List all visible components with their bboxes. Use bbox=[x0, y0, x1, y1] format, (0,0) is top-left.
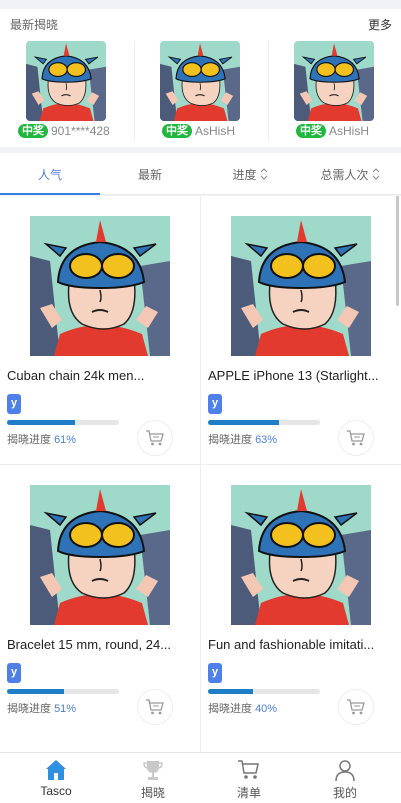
latest-winners-section: 最新揭晓 更多 中奖 901****428 中奖 AsHisH 中奖 AsHis… bbox=[0, 9, 401, 147]
winner-card[interactable]: 中奖 901****428 bbox=[0, 40, 134, 140]
product-tag: y bbox=[208, 663, 222, 683]
progress-bar bbox=[208, 420, 320, 425]
win-badge: 中奖 bbox=[18, 124, 48, 138]
winner-meta: 中奖 AsHisH bbox=[162, 123, 235, 139]
sort-arrows-icon bbox=[260, 167, 268, 181]
progress-bar bbox=[7, 420, 119, 425]
product-image bbox=[30, 216, 170, 356]
product-card[interactable]: APPLE iPhone 13 (Starlight... y 揭晓进度 63% bbox=[201, 196, 401, 464]
product-tag: y bbox=[7, 394, 21, 414]
scrollbar[interactable] bbox=[396, 196, 399, 306]
nav-reveal[interactable]: 揭晓 bbox=[103, 753, 203, 803]
nav-list[interactable]: 清单 bbox=[199, 753, 299, 803]
cart-icon bbox=[146, 699, 164, 715]
nav-mine[interactable]: 我的 bbox=[295, 753, 395, 803]
winner-avatar bbox=[160, 41, 240, 121]
tab-label: 最新 bbox=[137, 167, 162, 182]
product-title: APPLE iPhone 13 (Starlight... bbox=[208, 368, 379, 383]
winner-card[interactable]: 中奖 AsHisH bbox=[268, 40, 401, 140]
bottom-nav: Tasco 揭晓 清单 我的 bbox=[0, 752, 401, 803]
nav-tasco[interactable]: Tasco bbox=[6, 753, 106, 803]
winners-title: 最新揭晓 bbox=[10, 18, 59, 32]
progress-label: 揭晓进度 bbox=[7, 434, 51, 446]
progress-label: 揭晓进度 bbox=[7, 703, 51, 715]
cart-icon bbox=[238, 760, 259, 779]
winner-name: 901****428 bbox=[51, 124, 110, 138]
cart-icon bbox=[347, 699, 365, 715]
add-to-cart-button[interactable] bbox=[137, 420, 173, 456]
winner-card[interactable]: 中奖 AsHisH bbox=[134, 40, 268, 140]
user-icon bbox=[335, 760, 355, 782]
add-to-cart-button[interactable] bbox=[338, 689, 374, 725]
sort-arrows-icon bbox=[372, 167, 380, 181]
progress-percent: 63% bbox=[255, 434, 278, 446]
progress-fill bbox=[208, 420, 279, 425]
winner-avatar bbox=[26, 41, 106, 121]
product-card[interactable]: Fun and fashionable imitati... y 揭晓进度 40… bbox=[201, 465, 401, 733]
progress-text: 揭晓进度 51% bbox=[7, 700, 76, 716]
tab-newest[interactable]: 最新 bbox=[100, 153, 200, 195]
progress-percent: 61% bbox=[54, 434, 77, 446]
nav-label: 清单 bbox=[236, 786, 261, 800]
progress-text: 揭晓进度 61% bbox=[7, 431, 76, 447]
tab-label: 总需人次 bbox=[320, 167, 369, 182]
tab-popularity[interactable]: 人气 bbox=[0, 153, 100, 195]
progress-fill bbox=[208, 689, 253, 694]
product-card[interactable]: Bracelet 15 mm, round, 24... y 揭晓进度 51% bbox=[0, 465, 200, 733]
nav-label: Tasco bbox=[40, 784, 72, 798]
progress-percent: 40% bbox=[255, 703, 278, 715]
progress-fill bbox=[7, 420, 76, 425]
cart-icon bbox=[146, 430, 164, 446]
nav-label: 揭晓 bbox=[140, 786, 165, 800]
tab-total-required[interactable]: 总需人次 bbox=[300, 153, 400, 195]
winner-meta: 中奖 AsHisH bbox=[296, 123, 369, 139]
product-title: Fun and fashionable imitati... bbox=[208, 637, 375, 652]
product-grid: Cuban chain 24k men... y 揭晓进度 61% APPLE … bbox=[0, 196, 401, 752]
winner-name: AsHisH bbox=[195, 124, 236, 138]
tab-label: 进度 bbox=[232, 167, 257, 182]
progress-bar bbox=[7, 689, 119, 694]
winner-avatar bbox=[294, 41, 374, 121]
progress-percent: 51% bbox=[54, 703, 77, 715]
home-icon bbox=[46, 760, 66, 780]
active-tab-indicator bbox=[0, 193, 100, 195]
cart-icon bbox=[347, 430, 365, 446]
page: 最新揭晓 更多 中奖 901****428 中奖 AsHisH 中奖 AsHis… bbox=[0, 0, 401, 803]
product-title: Bracelet 15 mm, round, 24... bbox=[7, 637, 172, 652]
winner-name: AsHisH bbox=[329, 124, 370, 138]
add-to-cart-button[interactable] bbox=[137, 689, 173, 725]
sort-tabs: 人气 最新 进度 总需人次 bbox=[0, 153, 401, 195]
product-card[interactable]: Cuban chain 24k men... y 揭晓进度 61% bbox=[0, 196, 200, 464]
win-badge: 中奖 bbox=[162, 124, 192, 138]
tab-label: 人气 bbox=[37, 167, 62, 182]
add-to-cart-button[interactable] bbox=[338, 420, 374, 456]
product-tag: y bbox=[208, 394, 222, 414]
progress-text: 揭晓进度 40% bbox=[208, 700, 277, 716]
product-tag: y bbox=[7, 663, 21, 683]
product-image bbox=[30, 485, 170, 625]
winner-meta: 中奖 901****428 bbox=[18, 123, 110, 139]
progress-bar bbox=[208, 689, 320, 694]
nav-label: 我的 bbox=[332, 786, 357, 800]
product-title: Cuban chain 24k men... bbox=[7, 368, 145, 383]
product-image bbox=[231, 485, 371, 625]
progress-text: 揭晓进度 63% bbox=[208, 431, 277, 447]
progress-fill bbox=[7, 689, 65, 694]
trophy-icon bbox=[143, 761, 163, 780]
tab-progress[interactable]: 进度 bbox=[200, 153, 300, 195]
more-link[interactable]: 更多 bbox=[368, 16, 392, 33]
win-badge: 中奖 bbox=[296, 124, 326, 138]
progress-label: 揭晓进度 bbox=[208, 703, 252, 715]
product-image bbox=[231, 216, 371, 356]
progress-label: 揭晓进度 bbox=[208, 434, 252, 446]
winners-header: 最新揭晓 更多 bbox=[0, 9, 401, 37]
